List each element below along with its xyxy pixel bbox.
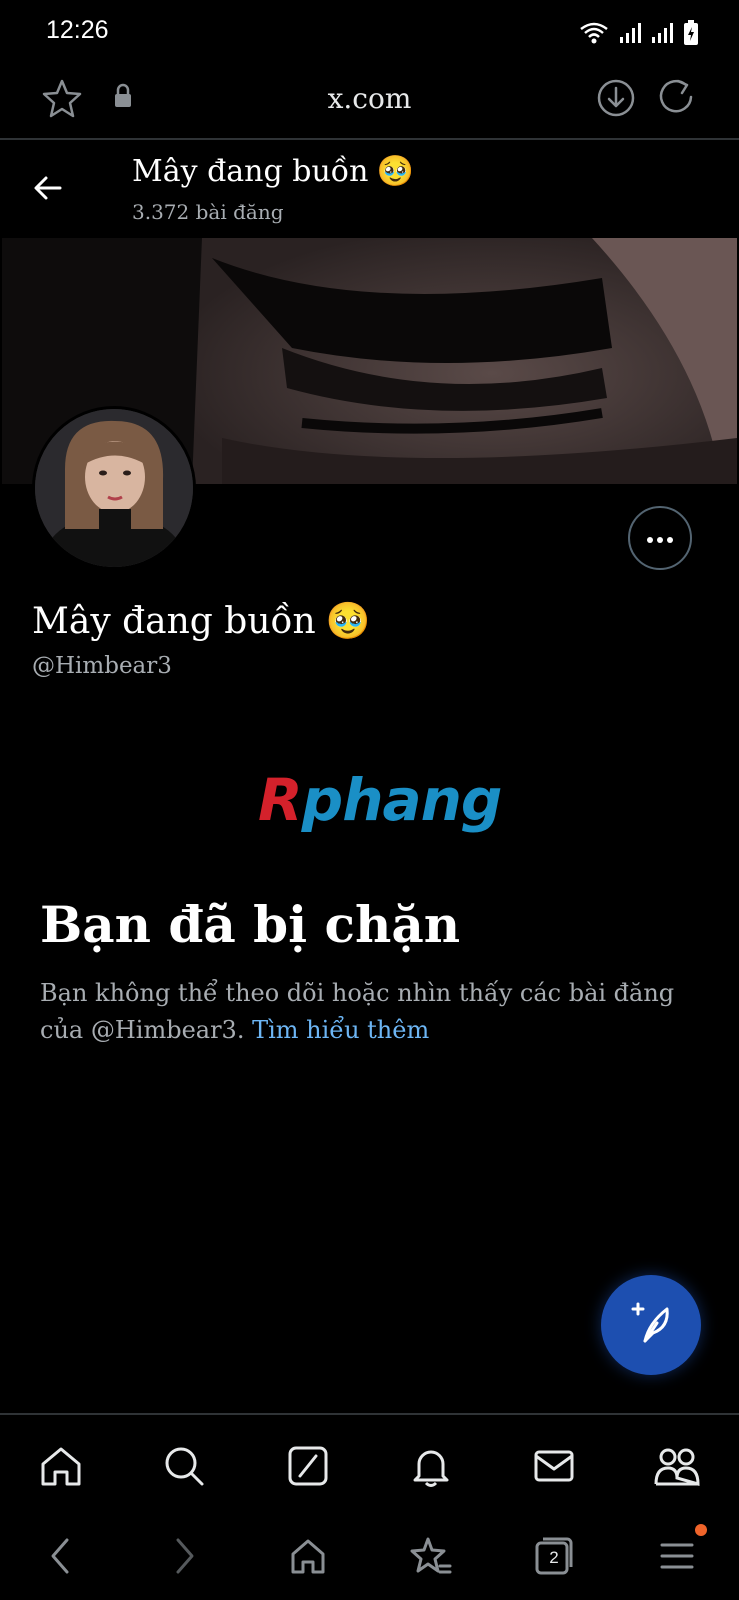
back-icon[interactable] bbox=[36, 1531, 86, 1581]
learn-more-link[interactable]: Tìm hiểu thêm bbox=[252, 1016, 429, 1044]
more-icon bbox=[646, 529, 674, 548]
watermark-rest: phang bbox=[301, 766, 503, 834]
home-icon[interactable] bbox=[36, 1441, 86, 1491]
more-options-button[interactable] bbox=[628, 506, 692, 570]
header-post-count: 3.372 bài đăng bbox=[132, 200, 284, 224]
browser-bottom-nav: 2 bbox=[0, 1513, 739, 1600]
header-display-name: Mây đang buồn 🥹 bbox=[132, 154, 414, 189]
status-bar: 12:26 bbox=[0, 0, 739, 62]
signal-icon bbox=[619, 21, 641, 49]
bookmarks-icon[interactable] bbox=[406, 1531, 456, 1581]
pleading-face-emoji: 🥹 bbox=[376, 154, 414, 189]
notification-dot bbox=[695, 1524, 707, 1536]
battery-charging-icon bbox=[683, 20, 699, 50]
blocked-description: Bạn không thể theo dõi hoặc nhìn thấy cá… bbox=[40, 975, 700, 1049]
compose-post-button[interactable] bbox=[601, 1275, 701, 1375]
reload-icon[interactable] bbox=[656, 77, 696, 121]
status-time: 12:26 bbox=[46, 16, 109, 44]
status-icons bbox=[579, 20, 699, 50]
tabs-count: 2 bbox=[549, 1547, 559, 1567]
profile-handle: @Himbear3 bbox=[32, 653, 172, 679]
messages-icon[interactable] bbox=[529, 1441, 579, 1491]
search-icon[interactable] bbox=[159, 1441, 209, 1491]
pleading-face-emoji: 🥹 bbox=[325, 601, 371, 642]
watermark-logo: Rphang bbox=[258, 766, 503, 834]
header-name-text: Mây đang buồn bbox=[132, 154, 369, 189]
wifi-icon bbox=[579, 21, 609, 49]
notifications-icon[interactable] bbox=[406, 1441, 456, 1491]
communities-icon[interactable] bbox=[652, 1441, 702, 1491]
browser-address-bar: x.com bbox=[0, 62, 739, 140]
tabs-icon[interactable]: 2 bbox=[529, 1531, 579, 1581]
watermark-r: R bbox=[258, 766, 303, 834]
menu-icon[interactable] bbox=[652, 1531, 702, 1581]
blocked-title: Bạn đã bị chặn bbox=[40, 895, 461, 954]
signal-icon bbox=[651, 21, 673, 49]
grok-icon[interactable] bbox=[283, 1441, 333, 1491]
download-icon[interactable] bbox=[596, 78, 636, 122]
forward-icon[interactable] bbox=[159, 1531, 209, 1581]
profile-header: Mây đang buồn 🥹 3.372 bài đăng bbox=[0, 140, 739, 236]
home-icon[interactable] bbox=[283, 1531, 333, 1581]
profile-name-text: Mây đang buồn bbox=[32, 600, 316, 642]
profile-display-name: Mây đang buồn 🥹 bbox=[32, 600, 371, 643]
back-arrow-icon[interactable] bbox=[32, 172, 64, 208]
profile-avatar[interactable] bbox=[32, 406, 196, 570]
app-bottom-nav bbox=[0, 1413, 739, 1513]
compose-feather-icon bbox=[629, 1301, 673, 1349]
